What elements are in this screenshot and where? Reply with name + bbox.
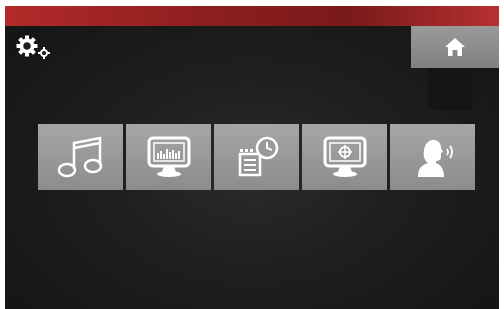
app-tile-row	[38, 124, 477, 190]
top-bar	[5, 6, 499, 26]
music-note-icon	[57, 136, 102, 178]
home-button[interactable]	[411, 26, 499, 68]
settings-button[interactable]	[13, 34, 53, 64]
film-clock-icon	[238, 136, 278, 177]
music-tile[interactable]	[38, 124, 123, 190]
film-clock-tile[interactable]	[214, 124, 299, 190]
person-speaking-icon	[417, 139, 453, 177]
home-button-shadow	[428, 68, 473, 110]
monitor-crosshair-tile[interactable]	[302, 124, 387, 190]
monitor-equalizer-tile[interactable]	[126, 124, 211, 190]
screen	[5, 6, 499, 309]
home-icon	[445, 38, 465, 56]
monitor-equalizer-icon	[147, 136, 190, 177]
monitor-crosshair-icon	[323, 136, 366, 177]
gears-icon	[16, 35, 50, 59]
person-speaking-tile[interactable]	[390, 124, 475, 190]
